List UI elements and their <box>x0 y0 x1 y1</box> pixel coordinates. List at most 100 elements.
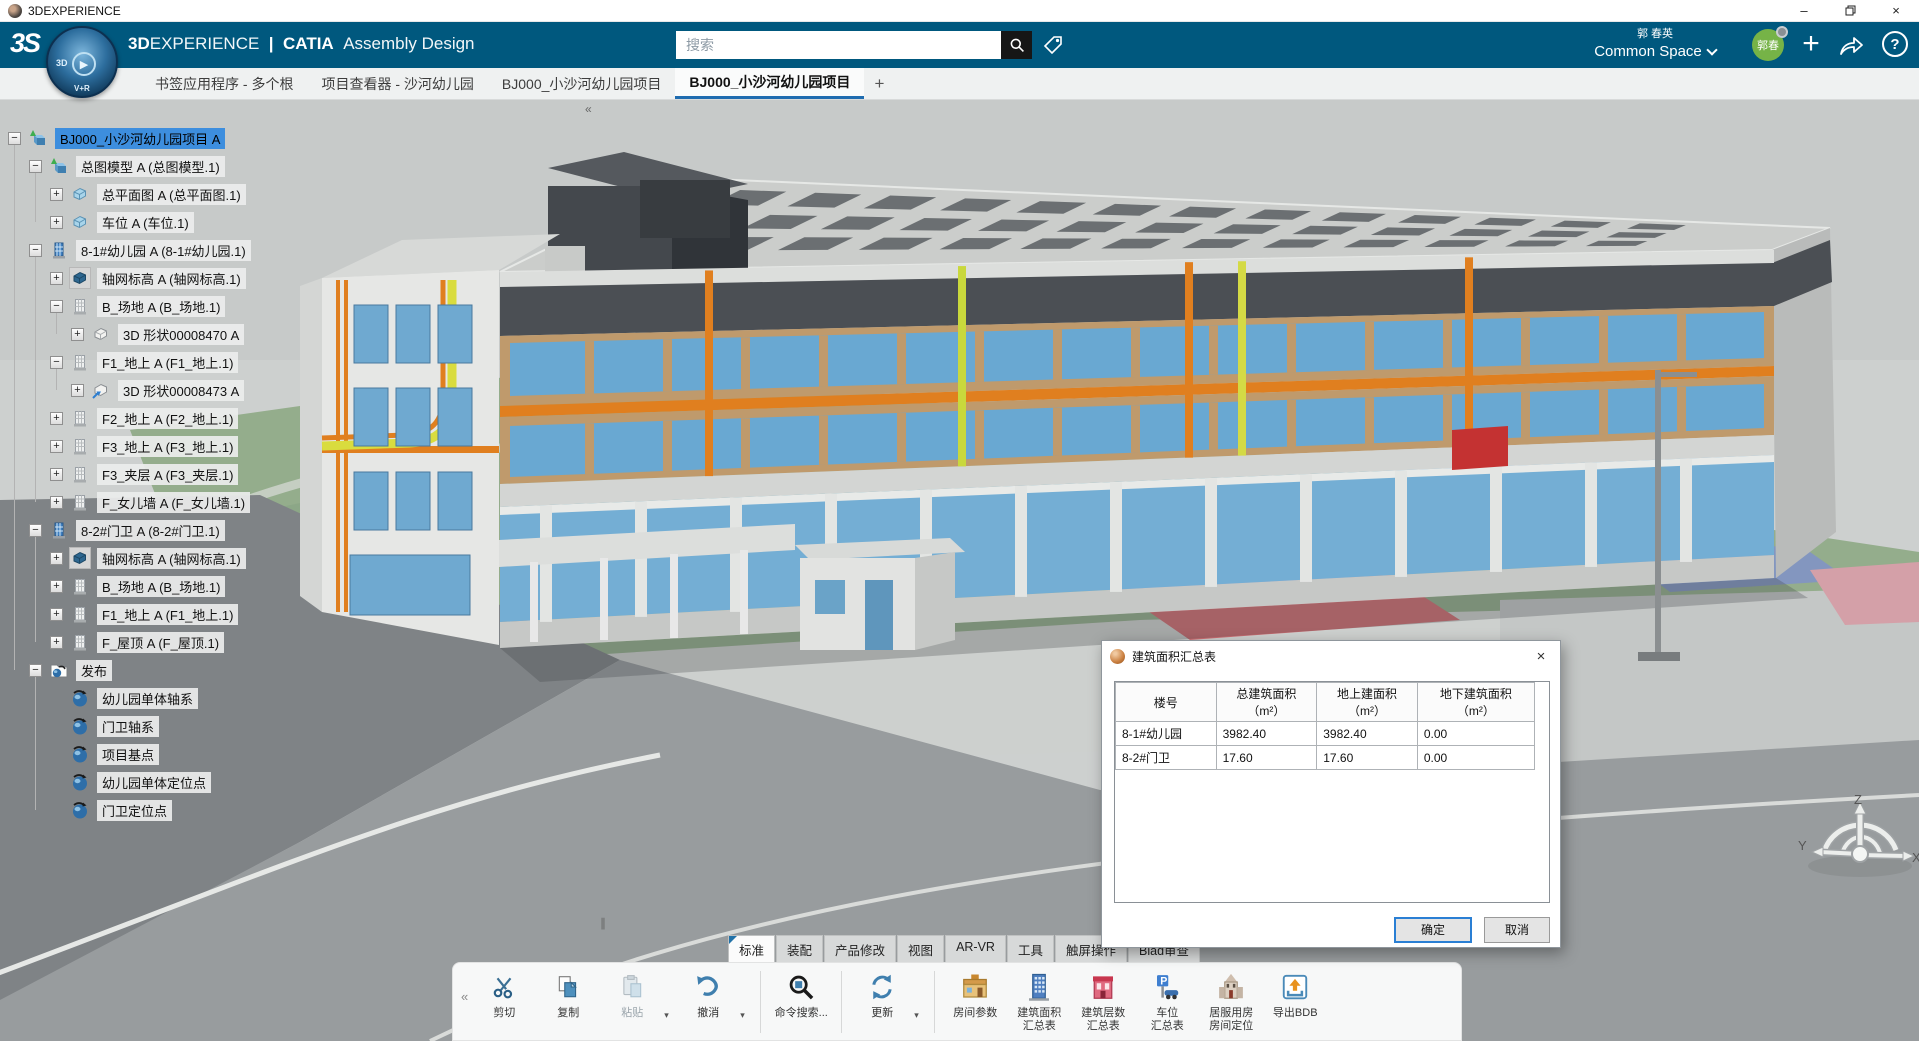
residential-room-locate-button[interactable]: 居服用房房间定位 <box>1199 969 1263 1033</box>
ribbon-collapse-chevron[interactable]: « <box>459 969 472 1004</box>
tree-node[interactable]: +B_场地 A (B_场地.1) <box>0 572 251 600</box>
compass-icon[interactable]: 3D ▶ V+R <box>46 26 118 98</box>
building-floors-summary-button[interactable]: 建筑层数汇总表 <box>1071 969 1135 1033</box>
expand-icon[interactable]: + <box>50 580 63 593</box>
3d-viewport-scene[interactable] <box>0 100 1919 1041</box>
axis-triad[interactable]: Z Y X <box>1798 792 1919 896</box>
tree-node[interactable]: −B_场地 A (B_场地.1) <box>0 292 251 320</box>
new-tab-button[interactable]: + <box>864 68 894 99</box>
help-button[interactable]: ? <box>1882 31 1908 57</box>
export-bdb-button[interactable]: 导出BDB <box>1263 969 1327 1020</box>
building-area-summary-button[interactable]: 建筑面积汇总表 <box>1007 969 1071 1033</box>
tree-node[interactable]: −发布 <box>0 656 251 684</box>
tree-panel-splitter[interactable]: « <box>585 102 590 116</box>
tree-node-label: 轴网标高 A (轴网标高.1) <box>97 548 246 569</box>
cut-button[interactable]: 剪切 <box>472 969 536 1020</box>
search-button[interactable] <box>1001 31 1032 59</box>
tree-node[interactable]: 幼儿园单体定位点 <box>0 768 251 796</box>
tree-node[interactable]: −BJ000_小沙河幼儿园项目 A <box>0 124 251 152</box>
tree-node[interactable]: +F2_地上 A (F2_地上.1) <box>0 404 251 432</box>
tree-node[interactable]: −8-2#门卫 A (8-2#门卫.1) <box>0 516 251 544</box>
room-params-button[interactable]: 房间参数 <box>943 969 1007 1020</box>
dropdown-arrow-icon[interactable]: ▾ <box>914 988 926 1021</box>
command-search-button[interactable]: 命令搜索... <box>769 969 833 1020</box>
cancel-button[interactable]: 取消 <box>1484 917 1550 943</box>
search-input[interactable] <box>676 31 1001 59</box>
expand-icon[interactable]: + <box>50 412 63 425</box>
collapse-icon[interactable]: − <box>50 356 63 369</box>
expand-icon[interactable]: + <box>50 552 63 565</box>
tree-node[interactable]: +车位 A (车位.1) <box>0 208 251 236</box>
tree-node-label: F1_地上 A (F1_地上.1) <box>97 604 238 625</box>
expand-icon[interactable]: + <box>50 496 63 509</box>
tree-node[interactable]: + F1_地上 A (F1_地上.1) <box>0 600 251 628</box>
expand-icon[interactable]: + <box>50 468 63 481</box>
dialog-titlebar[interactable]: 建筑面积汇总表 × <box>1102 641 1560 671</box>
tree-node[interactable]: +3D 形状00008473 A <box>0 376 251 404</box>
tree-node-label: 3D 形状00008470 A <box>118 324 244 345</box>
add-content-button[interactable]: + <box>1796 28 1826 62</box>
document-tab[interactable]: BJ000_小沙河幼儿园项目 <box>675 68 864 99</box>
close-button[interactable]: × <box>1873 0 1919 22</box>
tree-node[interactable]: +轴网标高 A (轴网标高.1) <box>0 264 251 292</box>
tree-node[interactable]: +3D 形状00008470 A <box>0 320 251 348</box>
expand-icon[interactable]: + <box>50 440 63 453</box>
collapse-icon[interactable]: − <box>29 524 42 537</box>
expand-icon[interactable]: + <box>50 188 63 201</box>
collapse-icon[interactable]: − <box>29 244 42 257</box>
tree-node[interactable]: −总图模型 A (总图模型.1) <box>0 152 251 180</box>
ribbon-tab[interactable]: 标准 <box>728 935 775 962</box>
ribbon-tab[interactable]: 工具 <box>1007 935 1054 962</box>
tag-icon[interactable] <box>1042 34 1064 61</box>
dialog-close-button[interactable]: × <box>1530 648 1552 665</box>
table-row[interactable]: 8-2#门卫17.6017.600.00 <box>1116 746 1535 770</box>
ribbon-tab[interactable]: 产品修改 <box>824 935 896 962</box>
tree-node[interactable]: −8-1#幼儿园 A (8-1#幼儿园.1) <box>0 236 251 264</box>
tree-node[interactable]: 项目基点 <box>0 740 251 768</box>
building-white-icon <box>69 575 91 597</box>
document-tab[interactable]: BJ000_小沙河幼儿园项目 <box>488 68 675 99</box>
expand-icon[interactable]: + <box>71 328 84 341</box>
tree-node-label: 门卫定位点 <box>97 800 172 821</box>
user-space-block[interactable]: 郭 春英 Common Space <box>1565 25 1745 60</box>
expand-icon[interactable]: + <box>50 608 63 621</box>
ok-button[interactable]: 确定 <box>1394 917 1472 943</box>
tree-node[interactable]: +F3_夹层 A (F3_夹层.1) <box>0 460 251 488</box>
expand-icon[interactable]: + <box>50 272 63 285</box>
parking-summary-button[interactable]: P车位汇总表 <box>1135 969 1199 1033</box>
tree-node[interactable]: +F3_地上 A (F3_地上.1) <box>0 432 251 460</box>
ribbon-tab[interactable]: 视图 <box>897 935 944 962</box>
share-button[interactable] <box>1838 33 1864 62</box>
ribbon-tab[interactable]: 装配 <box>776 935 823 962</box>
collapse-icon[interactable]: − <box>8 132 21 145</box>
tree-node[interactable]: +总平面图 A (总平面图.1) <box>0 180 251 208</box>
expand-icon[interactable]: + <box>50 636 63 649</box>
collapse-icon[interactable]: − <box>29 160 42 173</box>
viewport-splitter[interactable]: ∥ <box>600 916 606 930</box>
table-row[interactable]: 8-1#幼儿园3982.403982.400.00 <box>1116 722 1535 746</box>
document-tab[interactable]: 项目查看器 - 沙河幼儿园 <box>307 68 487 99</box>
tree-node[interactable]: 门卫定位点 <box>0 796 251 824</box>
tree-node[interactable]: 幼儿园单体轴系 <box>0 684 251 712</box>
undo-button[interactable]: 撤消 <box>676 969 740 1020</box>
expand-icon[interactable]: + <box>50 216 63 229</box>
restore-button[interactable] <box>1827 0 1873 22</box>
3d-viewport[interactable]: « ∥ −BJ000_小沙河幼儿园项目 A−总图模型 A (总图模型.1)+总平… <box>0 100 1919 1041</box>
tree-node[interactable]: 门卫轴系 <box>0 712 251 740</box>
update-button[interactable]: 更新 <box>850 969 914 1020</box>
ribbon-tab[interactable]: AR-VR <box>945 935 1006 962</box>
copy-button[interactable]: 复制 <box>536 969 600 1020</box>
expand-icon[interactable]: + <box>71 384 84 397</box>
tree-node[interactable]: + 轴网标高 A (轴网标高.1) <box>0 544 251 572</box>
dropdown-arrow-icon[interactable]: ▾ <box>740 988 752 1021</box>
dropdown-arrow-icon[interactable]: ▾ <box>664 988 676 1021</box>
button-label: 更新 <box>871 1007 893 1020</box>
document-tab[interactable]: 书签应用程序 - 多个根 <box>141 68 307 99</box>
collapse-icon[interactable]: − <box>29 664 42 677</box>
table-cell: 3982.40 <box>1317 722 1418 746</box>
tree-node[interactable]: −F1_地上 A (F1_地上.1) <box>0 348 251 376</box>
tree-node[interactable]: +F_女儿墙 A (F_女儿墙.1) <box>0 488 251 516</box>
minimize-button[interactable]: – <box>1781 0 1827 22</box>
tree-node[interactable]: +F_屋顶 A (F_屋顶.1) <box>0 628 251 656</box>
collapse-icon[interactable]: − <box>50 300 63 313</box>
